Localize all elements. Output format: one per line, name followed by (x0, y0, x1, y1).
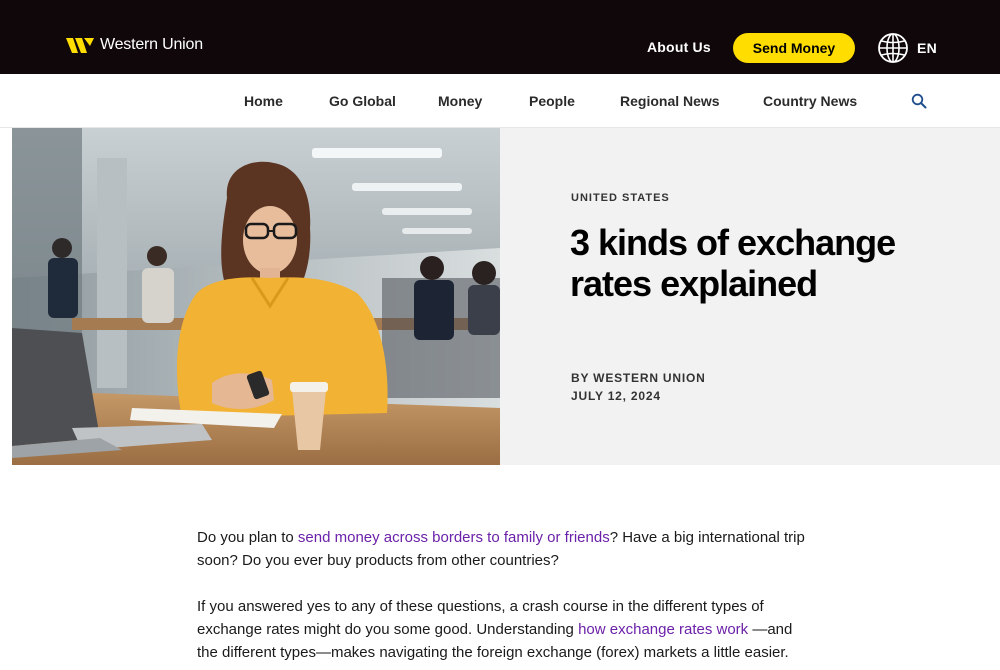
nav-item-people[interactable]: People (529, 93, 575, 109)
article-byline: BY WESTERN UNION (571, 371, 706, 385)
nav-item-home[interactable]: Home (244, 93, 283, 109)
search-icon[interactable] (911, 93, 927, 109)
top-bar: Western Union About Us Send Money EN (0, 0, 1000, 74)
nav-item-country-news[interactable]: Country News (763, 93, 857, 109)
article-body: Do you plan to send money across borders… (197, 526, 807, 670)
article-paragraph-1: Do you plan to send money across borders… (197, 526, 807, 572)
send-money-button[interactable]: Send Money (733, 33, 855, 63)
language-selector[interactable]: EN (917, 40, 937, 56)
logo-mark-icon (66, 37, 94, 53)
western-union-logo[interactable]: Western Union (66, 36, 203, 54)
main-nav: Home Go Global Money People Regional New… (0, 74, 1000, 128)
article-paragraph-2: If you answered yes to any of these ques… (197, 595, 807, 664)
hero-photo-woman-with-phone (12, 128, 500, 465)
send-money-across-borders-link[interactable]: send money across borders to family or f… (298, 529, 610, 546)
logo-text: Western Union (100, 36, 203, 53)
article-category: UNITED STATES (571, 192, 670, 204)
article-date: JULY 12, 2024 (571, 389, 661, 403)
hero-image (12, 128, 500, 465)
how-exchange-rates-work-link[interactable]: how exchange rates work (578, 621, 748, 638)
hero-section: UNITED STATES 3 kinds of exchange rates … (12, 128, 1000, 465)
paragraph-1-text-a: Do you plan to (197, 529, 298, 546)
about-us-link[interactable]: About Us (647, 39, 711, 55)
nav-item-regional-news[interactable]: Regional News (620, 93, 720, 109)
nav-item-go-global[interactable]: Go Global (329, 93, 396, 109)
globe-icon[interactable] (877, 32, 909, 64)
nav-item-money[interactable]: Money (438, 93, 482, 109)
page-title: 3 kinds of exchange rates explained (570, 222, 896, 304)
